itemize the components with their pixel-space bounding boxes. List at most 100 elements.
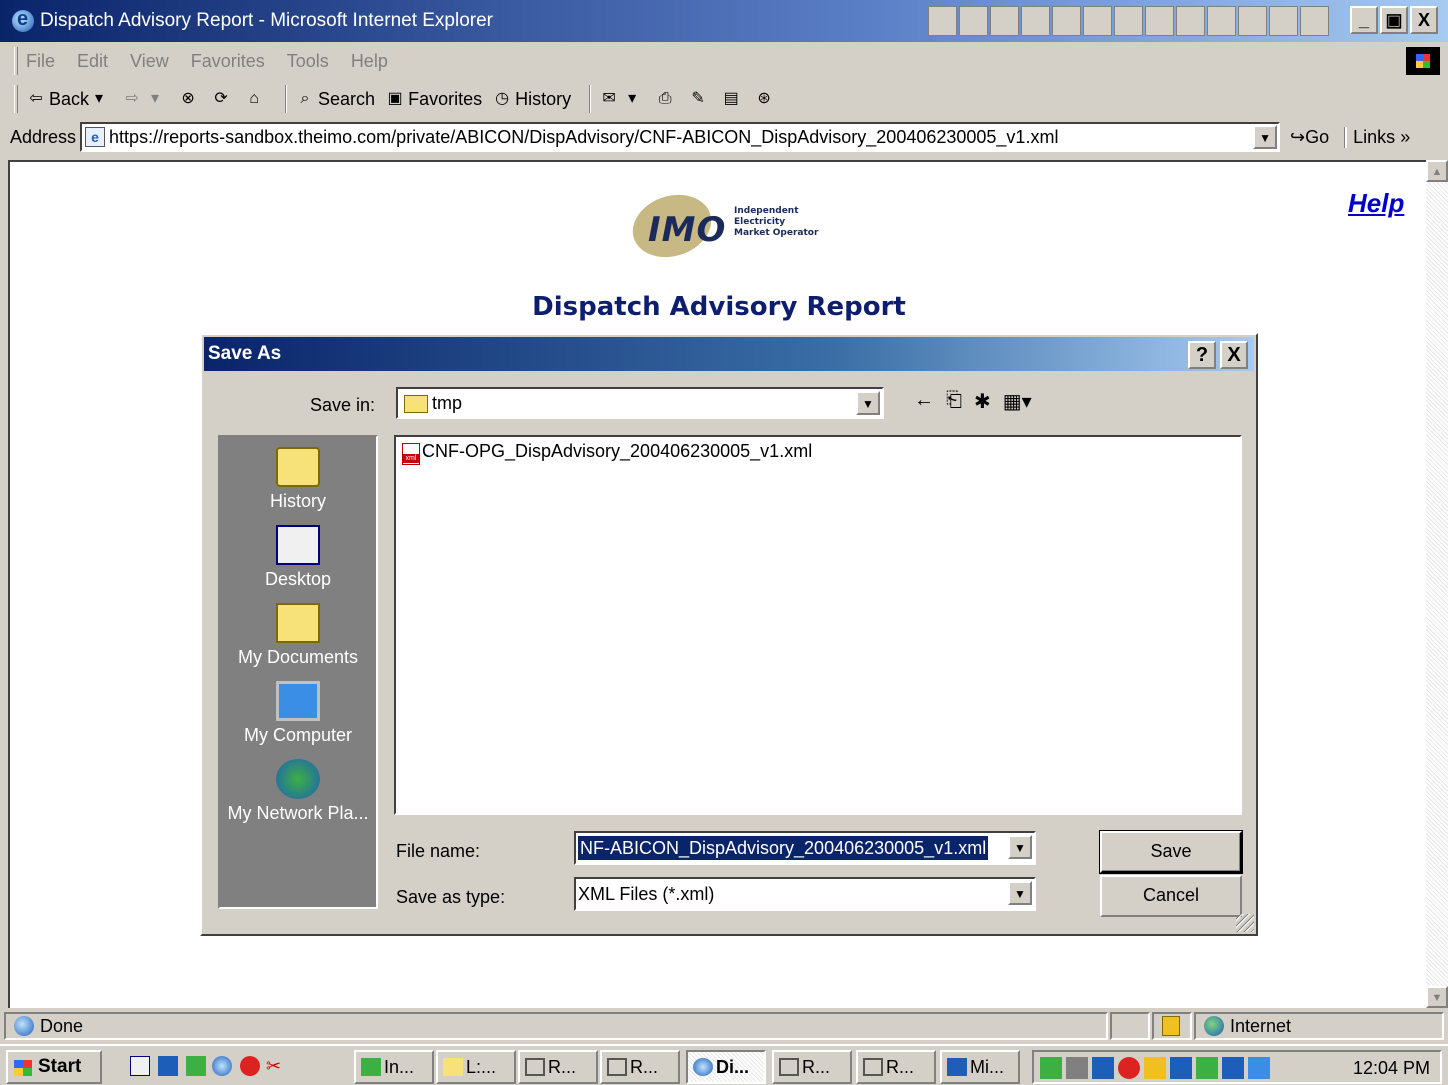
app-icon-4[interactable] xyxy=(1021,6,1050,36)
media-player-icon[interactable] xyxy=(158,1056,178,1076)
place-my-network[interactable]: My Network Pla... xyxy=(220,759,376,824)
forward-button[interactable]: ⇨ ▾ xyxy=(122,89,168,109)
tray-antivirus-icon[interactable] xyxy=(1118,1057,1140,1079)
print-icon: ⎙ xyxy=(658,90,672,107)
app-icon-9[interactable] xyxy=(1176,6,1205,36)
search-button[interactable]: ⌕ Search xyxy=(295,89,376,110)
task-button-3[interactable]: R... xyxy=(518,1050,598,1084)
file-name-input[interactable]: NF-ABICON_DispAdvisory_200406230005_v1.x… xyxy=(574,831,1036,865)
quick-launch-stop-icon[interactable] xyxy=(240,1056,260,1076)
place-history[interactable]: History xyxy=(220,447,376,512)
view-menu-icon[interactable]: ▦▾ xyxy=(1003,389,1032,414)
address-dropdown-button[interactable]: ▼ xyxy=(1253,125,1278,149)
start-button[interactable]: Start xyxy=(6,1050,102,1084)
menu-edit[interactable]: Edit xyxy=(77,51,108,72)
address-input[interactable]: e https://reports-sandbox.theimo.com/pri… xyxy=(80,122,1281,152)
discuss-button[interactable]: ▤ xyxy=(721,89,744,109)
favorites-label: Favorites xyxy=(408,88,483,109)
favorites-button[interactable]: ▣ Favorites xyxy=(385,88,483,110)
scroll-up-button[interactable]: ▲ xyxy=(1426,160,1448,182)
place-my-computer[interactable]: My Computer xyxy=(220,681,376,746)
menu-help[interactable]: Help xyxy=(351,51,388,72)
dialog-title-bar[interactable]: Save As ? X xyxy=(204,337,1254,371)
menu-view[interactable]: View xyxy=(130,51,169,72)
resize-grip[interactable] xyxy=(1236,914,1254,932)
links-label: Links xyxy=(1353,126,1396,147)
scroll-down-button[interactable]: ▼ xyxy=(1426,986,1448,1008)
window-title-bar[interactable]: Dispatch Advisory Report - Microsoft Int… xyxy=(0,0,1448,42)
menu-file[interactable]: File xyxy=(26,51,55,72)
quick-launch-scissors-icon[interactable]: ✂ xyxy=(266,1056,286,1076)
place-my-documents[interactable]: My Documents xyxy=(220,603,376,668)
app-icon-13[interactable] xyxy=(1300,6,1329,36)
app-icon-5[interactable] xyxy=(1052,6,1081,36)
home-button[interactable]: ⌂ xyxy=(244,89,267,109)
save-as-type-dropdown-button[interactable]: ▼ xyxy=(1008,881,1032,905)
go-button[interactable]: ↪Go xyxy=(1290,127,1329,148)
app-icon-1[interactable] xyxy=(928,6,957,36)
save-button[interactable]: Save xyxy=(1100,831,1242,873)
tray-computer-icon[interactable] xyxy=(1248,1057,1270,1079)
app-icon-10[interactable] xyxy=(1207,6,1236,36)
close-button[interactable]: X xyxy=(1410,6,1438,34)
tray-monitor-icon[interactable] xyxy=(1092,1057,1114,1079)
go-arrow-icon: ↪ xyxy=(1290,126,1306,147)
refresh-button[interactable]: ⟳ xyxy=(211,89,234,109)
task-button-7[interactable]: R... xyxy=(856,1050,936,1084)
back-folder-icon[interactable]: ← xyxy=(914,389,934,414)
file-name-dropdown-button[interactable]: ▼ xyxy=(1008,835,1032,859)
edit-button[interactable]: ✎ xyxy=(688,89,711,109)
print-button[interactable]: ⎙ xyxy=(655,89,678,109)
task-button-6[interactable]: R... xyxy=(772,1050,852,1084)
task-button-1[interactable]: In... xyxy=(354,1050,434,1084)
save-in-dropdown-button[interactable]: ▼ xyxy=(856,391,880,415)
menu-favorites[interactable]: Favorites xyxy=(191,51,265,72)
place-desktop[interactable]: Desktop xyxy=(220,525,376,590)
key-icon[interactable] xyxy=(1083,6,1112,36)
quick-launch-ie-icon[interactable] xyxy=(212,1056,232,1076)
show-desktop-icon[interactable] xyxy=(130,1056,150,1076)
minimize-button[interactable]: _ xyxy=(1350,6,1378,34)
stop-button[interactable]: ⊗ xyxy=(178,89,201,109)
tray-app-icon[interactable] xyxy=(1144,1057,1166,1079)
taskbar-clock[interactable]: 12:04 PM xyxy=(1353,1058,1430,1079)
quick-launch-app-icon[interactable] xyxy=(186,1056,206,1076)
task-button-active[interactable]: Di... xyxy=(686,1050,766,1084)
history-button[interactable]: ◷ History xyxy=(492,89,571,110)
tray-sync-icon[interactable] xyxy=(1196,1057,1218,1079)
dialog-help-button[interactable]: ? xyxy=(1188,341,1216,369)
app-icon-11[interactable] xyxy=(1238,6,1267,36)
new-folder-icon[interactable]: ✱ xyxy=(974,389,991,414)
tray-display-icon[interactable] xyxy=(1170,1057,1192,1079)
tray-volume-icon[interactable] xyxy=(1066,1057,1088,1079)
save-as-type-select[interactable]: XML Files (*.xml) ▼ xyxy=(574,877,1036,911)
task-button-2[interactable]: L:... xyxy=(436,1050,516,1084)
dialog-close-button[interactable]: X xyxy=(1220,341,1248,369)
app-icon-12[interactable] xyxy=(1269,6,1298,36)
menu-tools[interactable]: Tools xyxy=(287,51,329,72)
task-button-8[interactable]: Mi... xyxy=(940,1050,1020,1084)
menu-grip[interactable] xyxy=(14,47,18,75)
save-in-combo[interactable]: tmp ▼ xyxy=(396,387,884,419)
tray-lan-icon[interactable] xyxy=(1222,1057,1244,1079)
find-icon[interactable] xyxy=(1114,6,1143,36)
toolbar-grip[interactable] xyxy=(14,85,18,113)
tray-network-icon[interactable] xyxy=(1040,1057,1062,1079)
vertical-scrollbar[interactable]: ▲ ▼ xyxy=(1426,160,1448,1008)
mail-button[interactable]: ✉ ▾ xyxy=(599,89,645,109)
cancel-button[interactable]: Cancel xyxy=(1100,875,1242,917)
task-button-4[interactable]: R... xyxy=(600,1050,680,1084)
my-documents-icon xyxy=(276,603,320,643)
excel-icon[interactable] xyxy=(990,6,1019,36)
messenger-button[interactable]: ⊛ xyxy=(754,89,777,109)
ie-quick-icon[interactable] xyxy=(1145,6,1174,36)
links-button[interactable]: Links » xyxy=(1345,126,1410,148)
restore-button[interactable]: ▣ xyxy=(1380,6,1408,34)
up-folder-icon[interactable]: ⎗ xyxy=(946,389,962,414)
word-icon[interactable] xyxy=(959,6,988,36)
back-button[interactable]: ⇦ Back ▾ xyxy=(26,89,112,110)
help-link[interactable]: Help xyxy=(1348,188,1404,219)
file-list[interactable]: CNF-OPG_DispAdvisory_200406230005_v1.xml xyxy=(394,435,1242,815)
dialog-title: Save As xyxy=(208,343,282,364)
back-dropdown-icon[interactable]: ▾ xyxy=(89,89,109,109)
